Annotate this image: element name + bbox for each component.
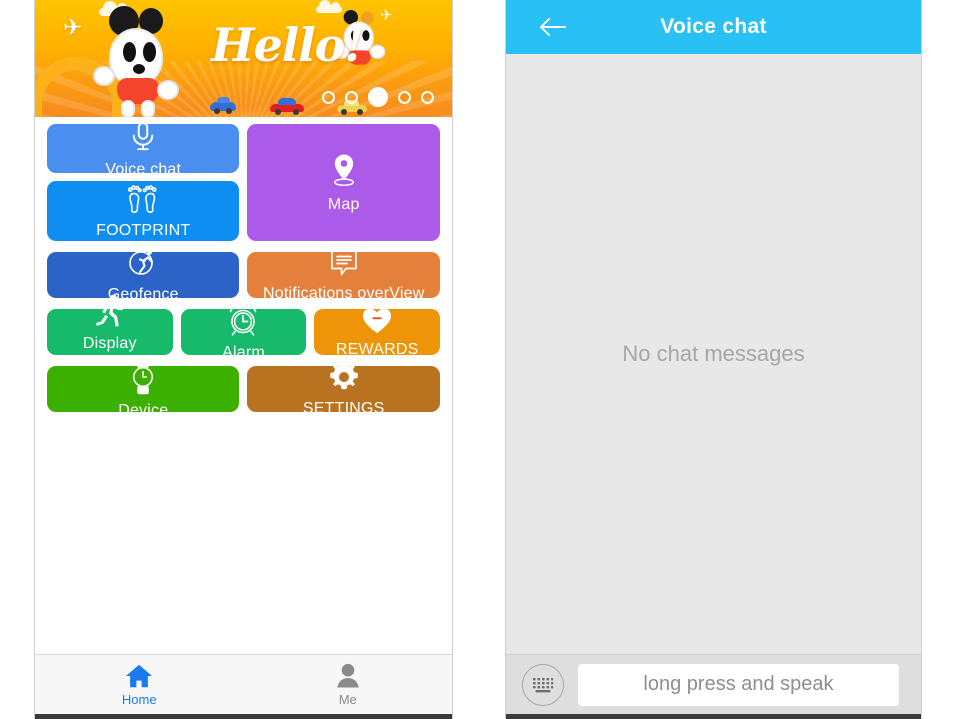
tile-label: FOOTPRINT: [96, 222, 191, 239]
tile-map[interactable]: Map: [247, 124, 440, 241]
right-phone-screen: Voice chat No chat messages long press a…: [505, 0, 922, 719]
carousel-dot[interactable]: [421, 90, 434, 104]
voice-chat-input-bar: long press and speak: [506, 654, 921, 714]
carousel-dot[interactable]: [398, 90, 411, 104]
arrow-left-icon[interactable]: [536, 12, 570, 42]
empty-state-message: No chat messages: [622, 341, 805, 366]
tile-device[interactable]: Device: [47, 359, 240, 419]
map-pin-icon: [327, 152, 361, 190]
home-icon: [125, 663, 153, 689]
banner-greeting: Hello!: [211, 18, 365, 72]
feature-grid-container: Voice chat FOOTPRINT Map Geofence Notifi…: [35, 117, 452, 654]
tile-footprint[interactable]: FOOTPRINT: [47, 181, 240, 241]
press-to-speak-button[interactable]: long press and speak: [578, 663, 899, 706]
tile-notifications-overview[interactable]: Notifications overView: [247, 249, 440, 302]
tile-label: REWARDS: [335, 341, 419, 358]
alarm-clock-icon: [226, 302, 260, 338]
car-icon: [270, 98, 304, 115]
carousel-dot[interactable]: [345, 90, 358, 104]
tab-label: Me: [338, 691, 357, 707]
footprints-icon: [125, 182, 161, 216]
home-indicator-bar: [35, 714, 452, 719]
tile-voice-chat[interactable]: Voice chat: [47, 121, 240, 178]
heart-icon: [360, 305, 394, 335]
tab-label: Home: [121, 691, 157, 707]
voice-chat-header: Voice chat: [506, 0, 921, 54]
promo-banner[interactable]: ✈ ✈ Hello!: [35, 0, 452, 117]
carousel-indicator: [322, 87, 434, 107]
tile-label: Map: [327, 195, 360, 213]
car-icon: [210, 97, 236, 114]
carousel-dot[interactable]: [322, 90, 335, 104]
tile-geofence[interactable]: Geofence: [47, 250, 240, 303]
gear-icon: [327, 360, 361, 394]
runner-icon: [94, 293, 126, 329]
tile-rewards[interactable]: REWARDS: [314, 308, 440, 358]
mascot-icon: [93, 6, 215, 117]
watch-icon: [127, 358, 159, 396]
tile-display-activities[interactable]: Display activities: [47, 294, 173, 371]
tile-label: Device: [118, 402, 169, 419]
microphone-icon: [126, 119, 160, 155]
page-title: Voice chat: [660, 15, 767, 38]
tile-label: Notifications overView: [262, 285, 425, 302]
tile-alarm[interactable]: Alarm: [180, 304, 307, 361]
tile-label: Alarm: [222, 344, 265, 361]
tile-settings[interactable]: SETTINGS: [247, 361, 440, 417]
keyboard-icon[interactable]: [522, 663, 564, 706]
tile-label: Voice chat: [105, 160, 182, 178]
geofence-icon: [125, 246, 161, 280]
message-list-icon: [326, 247, 362, 279]
feature-grid: Voice chat FOOTPRINT Map Geofence Notifi…: [47, 121, 440, 419]
person-icon: [334, 663, 362, 689]
carousel-dot-active[interactable]: [368, 87, 388, 107]
screenshot-root: ✈ ✈ Hello! Voice chat FOOTPRINT Map Geof…: [0, 0, 960, 719]
chat-message-list: No chat messages: [506, 54, 921, 654]
bottom-tab-bar: Home Me: [35, 654, 452, 714]
home-indicator-bar: [506, 714, 921, 719]
left-phone-screen: ✈ ✈ Hello! Voice chat FOOTPRINT Map Geof…: [34, 0, 453, 719]
tab-home[interactable]: Home: [35, 655, 244, 714]
tab-me[interactable]: Me: [244, 655, 453, 714]
tile-label: SETTINGS: [302, 400, 385, 417]
